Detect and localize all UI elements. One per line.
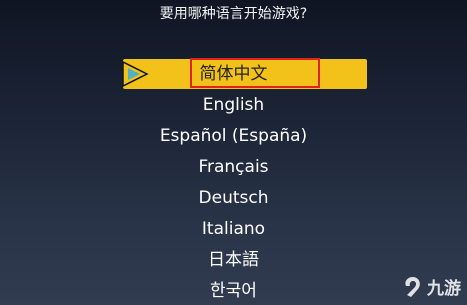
language-label: 简体中文 [199, 64, 268, 84]
play-arrow-icon [122, 60, 149, 88]
language-option-korean[interactable]: 한국어 [0, 276, 467, 305]
language-label: Italiano [201, 219, 266, 239]
language-option-french[interactable]: Français [0, 152, 467, 183]
language-label: Français [198, 157, 269, 177]
language-label: English [202, 95, 265, 115]
watermark-text: 九游 [427, 279, 461, 299]
language-label: Deutsch [198, 188, 269, 208]
language-option-italian[interactable]: Italiano [0, 214, 467, 245]
jiuyou-logo-icon [405, 276, 420, 297]
watermark: 九游 [401, 274, 461, 299]
language-option-zh-hans[interactable]: 简体中文 [0, 58, 467, 90]
language-option-english[interactable]: English [0, 90, 467, 121]
language-option-german[interactable]: Deutsch [0, 183, 467, 214]
language-option-japanese[interactable]: 日本語 [0, 245, 467, 276]
language-label: 日本語 [208, 250, 259, 270]
language-list: 简体中文 English Español (España) Français D… [0, 58, 467, 305]
language-label: 한국어 [210, 281, 257, 301]
language-option-spanish[interactable]: Español (España) [0, 121, 467, 152]
language-label: Español (España) [159, 126, 308, 146]
language-prompt: 要用哪种语言开始游戏? [159, 6, 308, 22]
